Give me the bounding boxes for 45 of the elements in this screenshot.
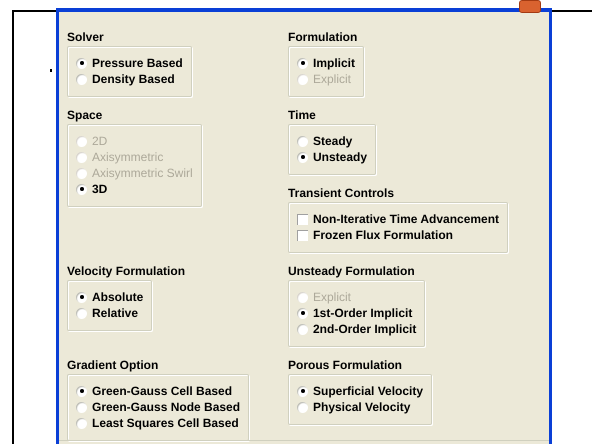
radio-option[interactable]: Green-Gauss Node Based — [76, 399, 240, 415]
radio-option[interactable]: Green-Gauss Cell Based — [76, 383, 240, 399]
radio-option[interactable]: Unsteady — [297, 149, 368, 165]
radio-option[interactable]: Absolute — [76, 289, 144, 305]
radio-button[interactable] — [76, 402, 87, 412]
group-title: Space — [67, 108, 102, 122]
radio-button[interactable] — [297, 58, 308, 68]
group-title: Transient Controls — [288, 186, 394, 200]
radio-button[interactable] — [76, 58, 87, 68]
group-title: Porous Formulation — [288, 358, 402, 372]
checkbox[interactable] — [297, 214, 308, 224]
radio-option[interactable]: Pressure Based — [76, 55, 183, 71]
group-title: Time — [288, 108, 316, 122]
radio-button[interactable] — [297, 308, 308, 318]
dot-mark — [50, 69, 52, 72]
radio-button[interactable] — [76, 386, 87, 396]
checkbox-option[interactable]: Non-Iterative Time Advancement — [297, 211, 500, 227]
close-button[interactable] — [519, 0, 541, 13]
radio-button[interactable] — [297, 386, 308, 396]
radio-option[interactable]: Least Squares Cell Based — [76, 415, 240, 431]
radio-option[interactable]: Steady — [297, 133, 368, 149]
radio-option[interactable]: Density Based — [76, 71, 183, 87]
group-title: Unsteady Formulation — [288, 264, 415, 278]
radio-button[interactable] — [297, 402, 308, 412]
group-title: Velocity Formulation — [67, 264, 186, 278]
radio-button[interactable] — [76, 418, 87, 428]
group-title: Gradient Option — [67, 358, 158, 372]
radio-option[interactable]: 3D — [76, 181, 193, 197]
radio-button[interactable] — [297, 136, 308, 146]
radio-option[interactable]: 2nd-Order Implicit — [297, 321, 416, 337]
radio-button[interactable] — [297, 324, 308, 334]
radio-option[interactable]: Implicit — [297, 55, 356, 71]
checkbox[interactable] — [297, 230, 308, 240]
radio-button[interactable] — [76, 74, 87, 84]
group-title: Solver — [67, 30, 104, 44]
radio-option[interactable]: Physical Velocity — [297, 399, 424, 415]
checkbox-option[interactable]: Frozen Flux Formulation — [297, 227, 500, 243]
radio-button[interactable] — [76, 184, 87, 194]
group-title: Formulation — [288, 30, 358, 44]
radio-option[interactable]: Relative — [76, 305, 144, 321]
radio-option[interactable]: 1st-Order Implicit — [297, 305, 416, 321]
radio-button[interactable] — [76, 308, 87, 318]
radio-option[interactable]: Superficial Velocity — [297, 383, 424, 399]
radio-button[interactable] — [76, 292, 87, 302]
radio-button[interactable] — [297, 152, 308, 162]
